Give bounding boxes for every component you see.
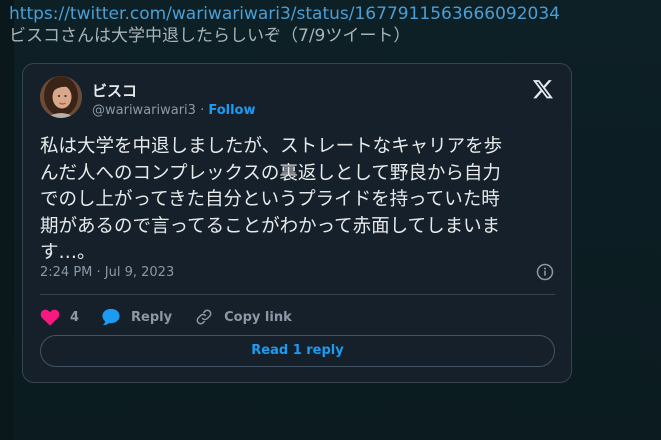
like-count: 4 [70,309,80,325]
tweet-actions: 4 Reply Copy link [40,306,314,328]
post-subtitle: ビスコさんは大学中退したらしいぞ（7/9ツイート） [9,26,411,46]
reply-label: Reply [131,309,173,325]
page: https://twitter.com/wariwariwari3/status… [0,0,661,440]
author-handle[interactable]: @wariwariwari3 [92,103,196,118]
heart-icon [40,309,60,326]
x-logo-icon[interactable] [532,78,554,100]
avatar[interactable] [40,76,82,118]
info-icon[interactable] [536,263,554,281]
reply-button[interactable]: Reply [101,308,172,326]
tweet-text: 私は大学を中退しましたが、ストレートなキャリアを歩 んだ人へのコンプレックスの裏… [40,136,503,263]
tweet-timestamp[interactable]: 2:24 PM · Jul 9, 2023 [40,265,174,280]
meta-separator: · [200,103,205,118]
author-name[interactable]: ビスコ [92,80,137,101]
like-button[interactable]: 4 [40,308,79,326]
copy-link-label: Copy link [224,309,292,325]
left-margin-bar [0,0,14,440]
author-meta: @wariwariwari3 · Follow [92,103,256,118]
read-replies-button[interactable]: Read 1 reply [40,335,555,367]
follow-button[interactable]: Follow [208,103,255,118]
copy-link-button[interactable]: Copy link [194,308,292,326]
card-divider [40,294,555,295]
tweet-url-link[interactable]: https://twitter.com/wariwariwari3/status… [9,3,560,25]
embedded-tweet-card: ビスコ @wariwariwari3 · Follow 私は大学を中退しましたが… [22,63,572,383]
link-icon [196,309,212,325]
speech-bubble-icon [102,308,120,326]
